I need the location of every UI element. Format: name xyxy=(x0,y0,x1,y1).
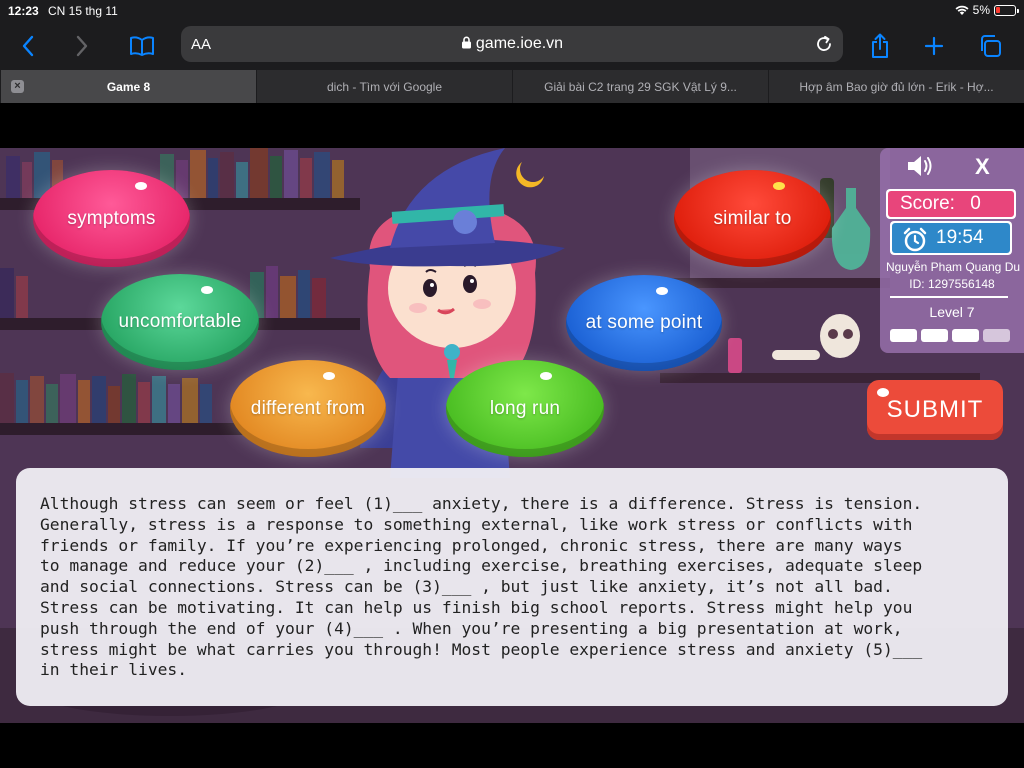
player-name: Nguyễn Phạm Quang Du xyxy=(885,260,1021,274)
back-button[interactable] xyxy=(12,30,44,62)
close-tab-icon[interactable]: × xyxy=(11,80,24,93)
share-button[interactable] xyxy=(864,30,896,62)
browser-toolbar: AA game.ioe.vn xyxy=(0,22,1024,70)
bubble-label: similar to xyxy=(713,207,792,229)
bubble-label: symptoms xyxy=(67,207,156,229)
passage-line: Although stress can seem or feel (1)___ … xyxy=(40,494,923,513)
player-id: ID: 1297556148 xyxy=(909,277,995,291)
share-icon xyxy=(872,33,888,58)
ipad-screen: 12:23 CN 15 thg 11 5% AA game.ioe.vn × G… xyxy=(0,0,1024,768)
word-bubble-different-from[interactable]: different from xyxy=(230,360,386,457)
status-date: CN 15 thg 11 xyxy=(48,4,118,18)
passage-line: in their lives. xyxy=(40,660,188,680)
tab-google-search[interactable]: dich - Tìm với Google xyxy=(256,70,512,103)
passage-line: Stress can be motivating. It can help us… xyxy=(40,597,913,617)
word-bubble-at-some-point[interactable]: at some point xyxy=(566,275,722,371)
bubble-label: different from xyxy=(250,397,366,419)
level-pip xyxy=(952,329,979,342)
url-text: game.ioe.vn xyxy=(475,35,564,52)
level-label: Level 7 xyxy=(929,304,975,320)
new-tab-button[interactable] xyxy=(918,30,950,62)
word-bubble-long-run[interactable]: long run xyxy=(446,360,604,457)
book-icon xyxy=(130,36,154,56)
status-time: 12:23 xyxy=(8,4,39,18)
passage-text: Although stress can seem or feel (1)___ … xyxy=(40,494,990,681)
level-pip xyxy=(890,329,917,342)
bubble-label: uncomfortable xyxy=(118,311,242,332)
score-value: 0 xyxy=(970,193,981,214)
bubble-label: at some point xyxy=(585,312,703,333)
submit-button[interactable]: SUBMIT xyxy=(867,380,1003,440)
word-bubble-similar-to[interactable]: similar to xyxy=(674,170,831,267)
timer-box: 19:54 xyxy=(890,221,1012,255)
word-bubble-symptoms[interactable]: symptoms xyxy=(33,170,190,267)
level-pip xyxy=(983,329,1010,342)
timer-value: 19:54 xyxy=(936,227,984,248)
speaker-icon[interactable] xyxy=(906,154,934,178)
tab-label: Game 8 xyxy=(106,79,151,94)
passage-line: to manage and reduce your (2)___ , inclu… xyxy=(40,556,923,576)
battery-percent: 5% xyxy=(972,3,990,17)
tab-hop-am[interactable]: Hợp âm Bao giờ đủ lớn - Erik - Hợ... xyxy=(768,70,1024,103)
bubble-label: long run xyxy=(489,397,561,419)
passage-card: Although stress can seem or feel (1)___ … xyxy=(16,468,1008,706)
chevron-right-icon xyxy=(76,35,88,57)
passage-line: push through the end of your (4)___ . Wh… xyxy=(40,618,903,638)
battery-icon xyxy=(994,4,1019,16)
reload-icon[interactable] xyxy=(815,35,833,53)
address-bar[interactable]: AA game.ioe.vn xyxy=(181,26,843,62)
tab-vat-ly[interactable]: Giải bài C2 trang 29 SGK Vật Lý 9... xyxy=(512,70,768,103)
tab-label: dich - Tìm với Google xyxy=(326,79,443,94)
bookmarks-button[interactable] xyxy=(126,30,158,62)
score-panel: X Score: 0 19:54 Nguyễn Phạm Quang Du ID… xyxy=(880,148,1024,353)
submit-label: SUBMIT xyxy=(886,396,984,423)
moon-ornament-icon xyxy=(516,162,544,188)
chevron-left-icon xyxy=(22,35,34,57)
score-box: Score: 0 xyxy=(886,189,1016,219)
passage-line: friends or family. If you’re experiencin… xyxy=(40,535,903,555)
tabs-icon xyxy=(981,35,1001,57)
word-bubble-uncomfortable[interactable]: uncomfortable xyxy=(101,274,259,370)
level-progress xyxy=(890,329,1010,342)
score-label: Score: xyxy=(900,193,955,214)
close-game-button[interactable]: X xyxy=(975,154,990,180)
button-shine xyxy=(877,388,889,397)
status-right: 5% xyxy=(955,3,1019,17)
tabs-button[interactable] xyxy=(974,30,1006,62)
level-pip xyxy=(921,329,948,342)
game-canvas: symptoms uncomfortable different from lo… xyxy=(0,148,1024,723)
tab-label: Hợp âm Bao giờ đủ lớn - Erik - Hợ... xyxy=(799,79,994,94)
alarm-clock-icon xyxy=(903,227,927,252)
passage-line: stress might be what carries you through… xyxy=(40,639,923,659)
passage-line: Generally, stress is a response to somet… xyxy=(40,514,913,534)
lock-icon xyxy=(461,36,471,49)
tab-label: Giải bài C2 trang 29 SGK Vật Lý 9... xyxy=(544,79,737,94)
wifi-icon xyxy=(955,5,969,15)
plus-icon xyxy=(924,36,944,56)
forward-button[interactable] xyxy=(66,30,98,62)
status-bar: 12:23 CN 15 thg 11 5% xyxy=(0,0,1024,22)
url-display[interactable]: game.ioe.vn xyxy=(181,35,843,53)
passage-line: and social connections. Stress can be (3… xyxy=(40,577,893,597)
tab-game-8[interactable]: × Game 8 xyxy=(0,70,256,103)
panel-divider xyxy=(890,296,1008,298)
tab-strip: × Game 8 dich - Tìm với Google Giải bài … xyxy=(0,70,1024,103)
